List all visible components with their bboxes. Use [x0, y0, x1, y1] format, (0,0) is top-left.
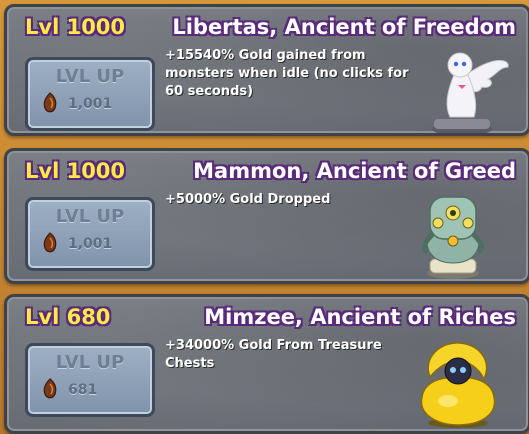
ancient-description: +34000% Gold From Treasure Chests	[165, 338, 382, 371]
ancient-description: +5000% Gold Dropped	[165, 192, 331, 207]
lvl-up-button[interactable]: LVL UP 1,001	[25, 57, 155, 131]
lvl-up-label: LVL UP	[55, 206, 125, 227]
lvl-up-button[interactable]: LVL UP 1,001	[25, 197, 155, 271]
ancient-level: Lvl 680	[25, 305, 111, 329]
ancient-description: +15540% Gold gained from monsters when i…	[165, 48, 409, 99]
hero-soul-icon	[43, 232, 57, 253]
libertas-statue-icon	[432, 52, 509, 133]
ancient-card-mimzee: Lvl 680 Mimzee, Ancient of Riches +34000…	[4, 294, 529, 434]
lvl-up-label: LVL UP	[55, 66, 125, 87]
ancient-card-mammon: Lvl 1000 Mammon, Ancient of Greed +5000%…	[4, 148, 529, 284]
mammon-statue-icon	[421, 196, 485, 279]
ancient-level: Lvl 1000	[25, 15, 126, 39]
lvl-up-cost: 1,001	[68, 236, 113, 252]
ancient-name: Mammon, Ancient of Greed	[193, 159, 516, 183]
mimzee-statue-icon	[420, 342, 496, 428]
lvl-up-button[interactable]: LVL UP 681	[25, 343, 155, 417]
ancient-name: Mimzee, Ancient of Riches	[204, 305, 516, 329]
ancient-level: Lvl 1000	[25, 159, 126, 183]
hero-soul-icon	[43, 378, 57, 399]
lvl-up-cost: 1,001	[68, 96, 113, 112]
ancient-card-libertas: Lvl 1000 Libertas, Ancient of Freedom +1…	[4, 4, 529, 136]
lvl-up-label: LVL UP	[55, 352, 125, 373]
ancient-name: Libertas, Ancient of Freedom	[172, 15, 516, 39]
lvl-up-cost: 681	[68, 382, 98, 398]
hero-soul-icon	[43, 92, 57, 113]
